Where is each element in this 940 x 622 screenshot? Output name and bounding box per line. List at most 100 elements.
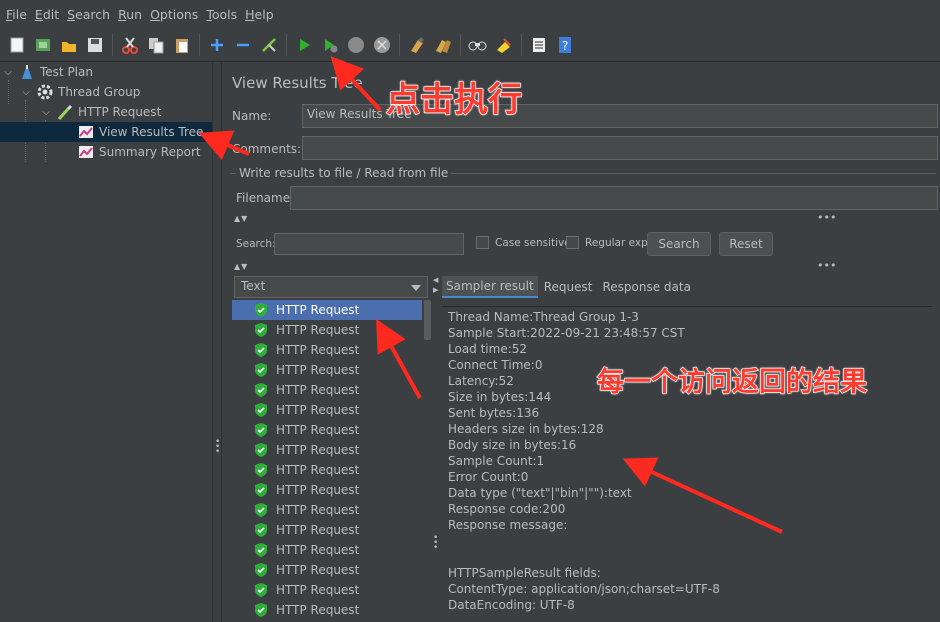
paste-icon[interactable] — [171, 34, 193, 56]
tree-label: Thread Group — [58, 85, 141, 99]
list-item[interactable]: HTTP Request — [232, 520, 422, 540]
tree-node-thread-group[interactable]: ⌵ Thread Group — [18, 82, 212, 102]
regular-exp-checkbox[interactable] — [566, 236, 579, 249]
tab-response-data[interactable]: Response data — [598, 277, 694, 297]
drag-handle-icon[interactable]: ••• — [817, 259, 836, 272]
panel-title: View Results Tree — [232, 74, 363, 92]
tab-request[interactable]: Request — [540, 277, 597, 297]
list-item-label: HTTP Request — [276, 403, 360, 417]
sampler-line: Error Count:0 — [448, 470, 529, 484]
menu-run[interactable]: Run — [114, 7, 146, 22]
copy-icon[interactable] — [145, 34, 167, 56]
tree-label: Summary Report — [99, 145, 201, 159]
expand-icon[interactable] — [206, 34, 228, 56]
list-item[interactable]: HTTP Request — [232, 360, 422, 380]
tree-splitter[interactable]: • • • — [212, 62, 222, 622]
menu-search[interactable]: Search — [63, 7, 114, 22]
filename-field[interactable] — [290, 186, 938, 210]
start-no-pauses-icon[interactable] — [319, 34, 341, 56]
chevron-down-icon[interactable]: ⌵ — [18, 87, 34, 98]
menu-help[interactable]: Help — [241, 7, 278, 22]
drag-handle-icon[interactable]: ••• — [817, 211, 836, 224]
menu-options[interactable]: Options — [146, 7, 202, 22]
sampler-line: Load time:52 — [448, 342, 528, 356]
scrollbar-thumb[interactable] — [424, 300, 431, 340]
results-scrollbar[interactable] — [423, 300, 432, 622]
list-item[interactable]: HTTP Request — [232, 400, 422, 420]
list-item[interactable]: HTTP Request — [232, 340, 422, 360]
list-item[interactable]: HTTP Request — [232, 540, 422, 560]
open-icon[interactable] — [58, 34, 80, 56]
toolbar-separator — [112, 33, 113, 56]
list-item[interactable]: HTTP Request — [232, 380, 422, 400]
chevron-down-icon — [411, 285, 421, 291]
list-item[interactable]: HTTP Request — [232, 480, 422, 500]
split-bar[interactable]: ▲▼ ••• — [222, 211, 940, 227]
start-icon[interactable] — [293, 34, 315, 56]
shield-check-icon — [255, 583, 267, 597]
tree-node-view-results-tree[interactable]: View Results Tree — [0, 122, 212, 142]
help-icon[interactable]: ? — [554, 34, 576, 56]
list-item-label: HTTP Request — [276, 563, 360, 577]
comments-field[interactable] — [302, 136, 938, 160]
shield-check-icon — [255, 323, 267, 337]
menu-file[interactable]: File — [2, 7, 31, 22]
list-item[interactable]: HTTP Request — [232, 440, 422, 460]
splitter-grip-icon: • • • — [433, 533, 439, 553]
sampler-line: Sample Count:1 — [448, 454, 545, 468]
pipette-icon — [57, 104, 73, 121]
collapse-arrows-icon[interactable]: ▲▼ — [234, 262, 248, 271]
menu-tools[interactable]: Tools — [202, 7, 241, 22]
list-item[interactable]: HTTP Request — [232, 600, 422, 620]
tab-sampler-result[interactable]: Sampler result — [442, 276, 538, 298]
cut-icon[interactable] — [119, 34, 141, 56]
shield-check-icon — [255, 303, 267, 317]
stop-icon[interactable] — [345, 34, 367, 56]
list-item[interactable]: HTTP Request — [232, 500, 422, 520]
toolbar-separator — [286, 33, 287, 56]
list-item[interactable]: HTTP Request — [232, 580, 422, 600]
annotation-run-hint: 点击执行 — [385, 79, 522, 120]
tree-label: Test Plan — [40, 65, 93, 79]
search-input[interactable] — [274, 233, 464, 255]
clear-icon[interactable] — [406, 34, 428, 56]
search-icon[interactable] — [467, 34, 489, 56]
sampler-line: Thread Name:Thread Group 1-3 — [448, 310, 639, 324]
save-icon[interactable] — [84, 34, 106, 56]
chevron-down-icon[interactable]: ⌵ — [0, 67, 16, 78]
toolbar-separator — [521, 33, 522, 56]
menu-edit[interactable]: Edit — [31, 7, 63, 22]
tree-node-test-plan[interactable]: ⌵ Test Plan — [0, 62, 212, 82]
splitter-right-arrow-icon[interactable]: ▶ — [433, 286, 438, 294]
list-item[interactable]: HTTP Request — [232, 420, 422, 440]
function-helper-icon[interactable] — [528, 34, 550, 56]
list-item[interactable]: HTTP Request — [232, 320, 422, 340]
case-sensitive-checkbox[interactable] — [476, 236, 489, 249]
list-item-label: HTTP Request — [276, 423, 360, 437]
shield-check-icon — [255, 443, 267, 457]
collapse-icon[interactable] — [232, 34, 254, 56]
renderer-select[interactable]: Text — [234, 276, 428, 298]
sampler-line: Headers size in bytes:128 — [448, 422, 604, 436]
list-item[interactable]: HTTP Request — [232, 560, 422, 580]
list-item-label: HTTP Request — [276, 343, 360, 357]
tree-guide-line — [8, 80, 9, 104]
new-icon[interactable] — [6, 34, 28, 56]
chevron-down-icon[interactable]: ⌵ — [38, 107, 54, 118]
toggle-icon[interactable] — [258, 34, 280, 56]
clear-all-icon[interactable] — [432, 34, 454, 56]
collapse-arrows-icon[interactable]: ▲▼ — [234, 214, 248, 223]
tree-node-summary-report[interactable]: Summary Report — [78, 142, 212, 162]
list-item[interactable]: HTTP Request — [232, 300, 422, 320]
reset-search-icon[interactable] — [493, 34, 515, 56]
search-button[interactable]: Search — [647, 232, 711, 256]
splitter-left-arrow-icon[interactable]: ◀ — [433, 276, 438, 284]
list-item[interactable]: HTTP Request — [232, 460, 422, 480]
list-item-label: HTTP Request — [276, 543, 360, 557]
shutdown-icon[interactable] — [371, 34, 393, 56]
templates-icon[interactable] — [32, 34, 54, 56]
tree-node-http-request[interactable]: ⌵ HTTP Request — [38, 102, 212, 122]
toolbar-separator — [199, 33, 200, 56]
results-splitter[interactable]: ◀ ▶ • • • — [432, 274, 440, 622]
reset-button[interactable]: Reset — [719, 232, 773, 256]
